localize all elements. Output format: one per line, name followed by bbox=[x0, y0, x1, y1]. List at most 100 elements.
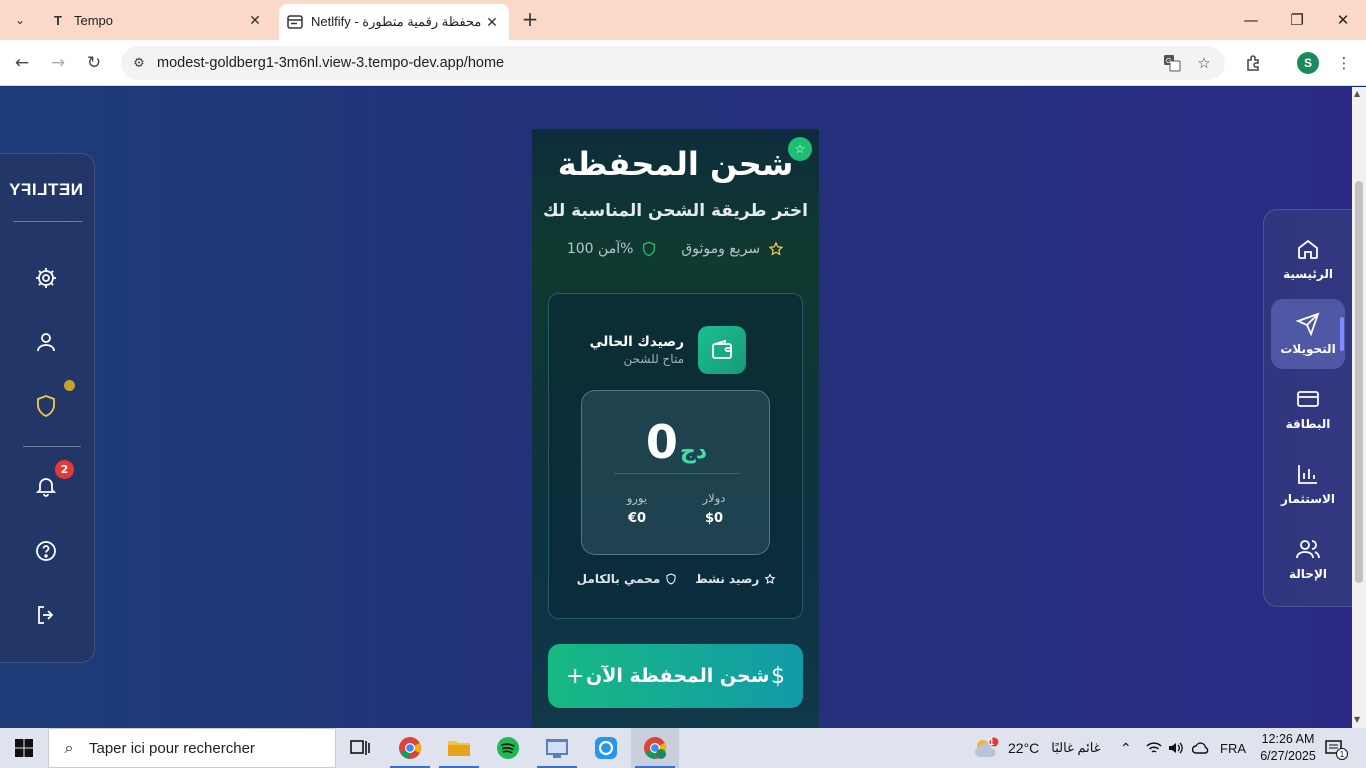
divider bbox=[23, 446, 81, 447]
status-protected-label: محمي بالكامل bbox=[576, 572, 661, 586]
taskbar-file-explorer[interactable] bbox=[435, 728, 483, 768]
right-nav: الرئيسية التحويلات البطاقة الاستثمار الإ… bbox=[1263, 209, 1352, 607]
notification-badge: 2 bbox=[55, 460, 74, 479]
euro-amount: يورو €0 bbox=[607, 491, 667, 526]
nav-label: الاستثمار bbox=[1280, 492, 1336, 506]
amount-box: دج 0 دولار $0 يورو €0 bbox=[581, 390, 770, 555]
restore-button[interactable]: ❐ bbox=[1274, 0, 1320, 40]
weather-text: غائم غالبًا bbox=[1051, 740, 1101, 755]
wallet-icon bbox=[698, 326, 746, 374]
dollar-label: دولار bbox=[702, 491, 726, 505]
star-icon bbox=[768, 241, 784, 256]
nav-item-card[interactable]: البطاقة bbox=[1271, 374, 1345, 444]
notification-center-badge: 1 bbox=[1336, 748, 1348, 760]
dollar-value: $0 bbox=[704, 511, 724, 526]
divider bbox=[13, 221, 83, 222]
dollar-icon: $ bbox=[771, 663, 785, 689]
windows-icon bbox=[15, 739, 33, 757]
plus-icon: + bbox=[566, 663, 585, 689]
translate-icon[interactable]: G bbox=[1160, 51, 1184, 75]
scroll-thumb[interactable] bbox=[1355, 181, 1363, 583]
clock-time: 12:26 AM bbox=[1261, 732, 1315, 746]
taskbar-app-window[interactable] bbox=[533, 728, 581, 768]
bell-icon[interactable] bbox=[33, 473, 59, 499]
shield-icon[interactable] bbox=[33, 393, 59, 419]
amount-row: دج 0 bbox=[582, 415, 771, 469]
search-icon: ⌕ bbox=[64, 738, 74, 757]
weather-widget[interactable]: 1 22°C غائم غالبًا bbox=[974, 728, 1101, 768]
site-info-icon[interactable]: ⚙ bbox=[121, 56, 157, 71]
euro-value: €0 bbox=[627, 511, 647, 526]
minimize-button[interactable]: — bbox=[1228, 0, 1274, 40]
taskbar-chrome-1[interactable] bbox=[386, 728, 434, 768]
nav-label: التحويلات bbox=[1280, 342, 1336, 356]
more-menu-icon[interactable]: ⋮ bbox=[1332, 51, 1356, 75]
app-blue-icon bbox=[595, 737, 617, 759]
feature-label: %آمن 100 bbox=[566, 241, 634, 257]
profile-avatar[interactable]: S bbox=[1297, 52, 1319, 74]
reload-button[interactable]: ↻ bbox=[82, 51, 106, 75]
page-scrollbar[interactable]: ▲ ▼ bbox=[1352, 87, 1366, 728]
page-title: شحن المحفظة bbox=[557, 145, 794, 183]
url-text[interactable]: modest-goldberg1-3m6nl.view-3.tempo-dev.… bbox=[157, 55, 504, 71]
nav-item-transfers[interactable]: التحويلات bbox=[1271, 299, 1345, 369]
euro-label: يورو bbox=[626, 491, 648, 505]
user-icon[interactable] bbox=[33, 329, 59, 355]
charge-button-label: شحن المحفظة الآن bbox=[586, 665, 770, 687]
brand-logo: NETLIFY bbox=[8, 180, 83, 199]
address-bar: ← → ↻ ⚙ modest-goldberg1-3m6nl.view-3.te… bbox=[0, 40, 1366, 86]
logout-icon[interactable] bbox=[33, 602, 59, 628]
status-active-label: رصيد نشط bbox=[695, 572, 760, 586]
search-placeholder: Taper ici pour rechercher bbox=[89, 739, 255, 757]
tab-search-button[interactable]: ⌄ bbox=[6, 6, 34, 34]
scroll-down-arrow[interactable]: ▼ bbox=[1354, 715, 1360, 724]
windows-start-button[interactable] bbox=[0, 728, 48, 768]
forward-button[interactable]: → bbox=[46, 51, 70, 75]
task-view-icon bbox=[350, 740, 370, 755]
wallet-panel: ☆ شحن المحفظة اختر طريقة الشحن المناسبة … bbox=[532, 129, 819, 728]
bookmark-star-icon[interactable]: ☆ bbox=[1192, 51, 1216, 75]
star-icon bbox=[764, 573, 776, 584]
nav-item-referral[interactable]: الإحالة bbox=[1271, 524, 1345, 594]
close-window-button[interactable]: ✕ bbox=[1320, 0, 1366, 40]
app-window-icon bbox=[546, 739, 568, 758]
taskbar-chrome-2[interactable] bbox=[631, 728, 679, 768]
volume-icon[interactable] bbox=[1168, 728, 1184, 768]
page-subtitle: اختر طريقة الشحن المناسبة لك bbox=[543, 201, 808, 221]
onedrive-icon[interactable] bbox=[1192, 728, 1210, 768]
taskbar-spotify[interactable] bbox=[484, 728, 532, 768]
close-icon[interactable]: ✕ bbox=[244, 12, 266, 29]
tray-chevron-icon[interactable]: ⌃ bbox=[1120, 728, 1132, 768]
system-clock[interactable]: 12:26 AM 6/27/2025 bbox=[1254, 731, 1322, 765]
tab-tempo[interactable]: T Tempo ✕ bbox=[38, 0, 272, 40]
task-view-button[interactable] bbox=[336, 728, 384, 768]
nav-label: الإحالة bbox=[1289, 567, 1327, 581]
nav-item-home[interactable]: الرئيسية bbox=[1271, 224, 1345, 294]
weather-cloud-icon bbox=[975, 737, 999, 757]
feature-fast: سريع وموثوق bbox=[681, 241, 784, 257]
balance-status-row: رصيد نشط محمي بالكامل bbox=[549, 572, 804, 586]
wifi-icon[interactable] bbox=[1146, 728, 1162, 768]
gear-icon[interactable] bbox=[33, 265, 59, 291]
language-indicator[interactable]: FRA bbox=[1220, 728, 1246, 768]
back-button[interactable]: ← bbox=[10, 51, 34, 75]
close-icon[interactable]: ✕ bbox=[481, 14, 503, 31]
scroll-up-arrow[interactable]: ▲ bbox=[1354, 89, 1360, 98]
feature-secure: %آمن 100 bbox=[567, 241, 658, 257]
help-icon[interactable] bbox=[33, 538, 59, 564]
extensions-icon[interactable] bbox=[1242, 51, 1266, 75]
shield-icon bbox=[643, 241, 656, 257]
balance-subtitle: متاح للشحن bbox=[623, 352, 684, 366]
dollar-amount: دولار $0 bbox=[684, 491, 744, 526]
balance-amount: 0 bbox=[645, 415, 678, 469]
new-tab-button[interactable]: + bbox=[518, 8, 542, 32]
app-page: NETLIFY 2 ☆ شحن المحفظة اختر طريقة الشحن… bbox=[0, 87, 1352, 728]
tab-netlfify[interactable]: Netlfify - محفظة رقمية متطورة ✕ bbox=[279, 4, 509, 40]
nav-item-investment[interactable]: الاستثمار bbox=[1271, 449, 1345, 519]
taskbar-search[interactable]: ⌕ Taper ici pour rechercher bbox=[48, 728, 336, 768]
spotify-icon bbox=[497, 737, 519, 759]
notification-center-icon[interactable]: 1 bbox=[1325, 728, 1348, 768]
omnibox[interactable]: ⚙ modest-goldberg1-3m6nl.view-3.tempo-de… bbox=[121, 46, 1225, 80]
taskbar-app-blue[interactable] bbox=[582, 728, 630, 768]
charge-wallet-button[interactable]: $ شحن المحفظة الآن + bbox=[548, 644, 803, 708]
